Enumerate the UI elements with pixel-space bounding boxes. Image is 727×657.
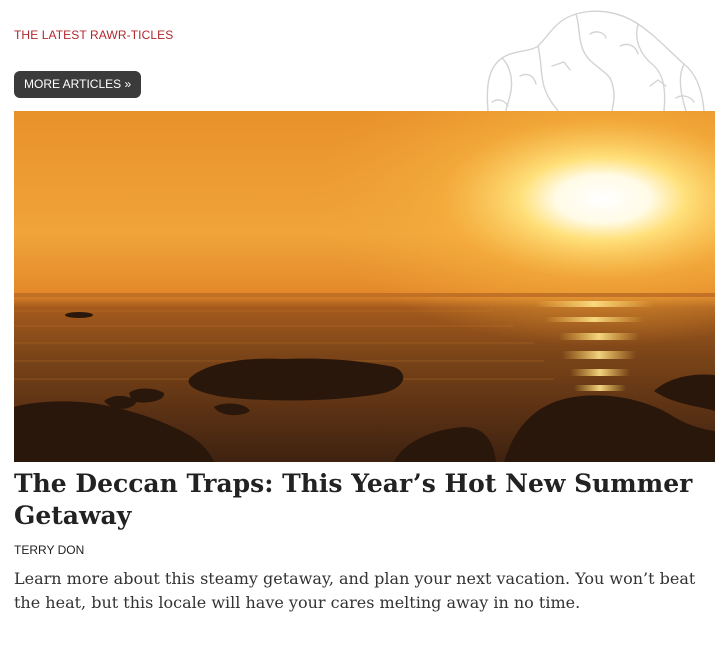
page: THE LATEST RAWR-TICLES MORE ARTICLES » T… [0,0,727,657]
article-author[interactable]: TERRY DON [14,543,84,557]
article-hero-image[interactable] [14,111,715,462]
article-title[interactable]: The Deccan Traps: This Year’s Hot New Su… [14,468,714,532]
more-articles-button[interactable]: MORE ARTICLES » [14,71,142,98]
dinosaur-sketch-icon [480,6,710,111]
article-excerpt: Learn more about this steamy getaway, an… [14,569,696,612]
section-kicker: THE LATEST RAWR-TICLES [14,28,174,42]
